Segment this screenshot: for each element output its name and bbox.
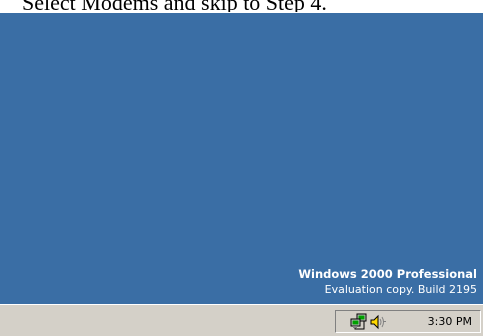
watermark-title: Windows 2000 Professional: [298, 267, 477, 281]
desktop[interactable]: Windows 2000 Professional Evaluation cop…: [0, 13, 483, 304]
taskbar-clock[interactable]: 3:30 PM: [428, 314, 472, 330]
volume-icon[interactable]: [369, 313, 387, 331]
screenshot-page: Select Modems and skip to Step 4. Window…: [0, 0, 483, 336]
taskbar: 3:30 PM: [0, 304, 483, 336]
instruction-caption: Select Modems and skip to Step 4.: [22, 0, 327, 12]
os-version-watermark: Windows 2000 Professional Evaluation cop…: [298, 266, 477, 298]
system-tray: 3:30 PM: [335, 310, 481, 333]
network-modem-icon[interactable]: [350, 313, 368, 331]
watermark-subtitle: Evaluation copy. Build 2195: [324, 283, 477, 296]
